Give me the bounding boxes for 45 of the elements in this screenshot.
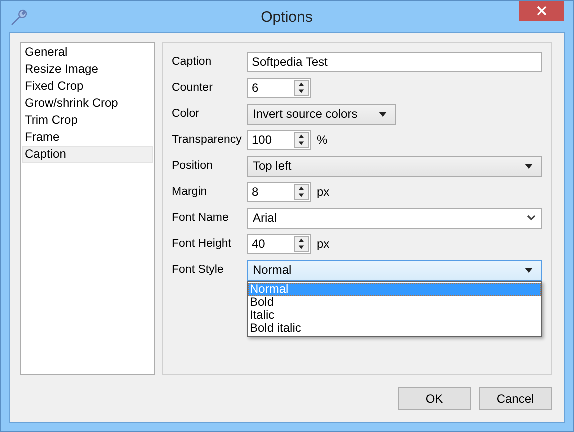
dropdown-arrow-icon [379,112,387,116]
dropdown-option[interactable]: Bold italic [248,322,541,335]
dropdown-arrow-icon [525,164,533,168]
chevron-icon [527,215,536,221]
sidebar-item[interactable]: Trim Crop [22,112,153,129]
sidebar-item[interactable]: Resize Image [22,61,153,78]
field-label: Font Style [172,264,225,276]
sidebar-item[interactable]: Frame [22,129,153,146]
dropdown[interactable]: Normal [247,260,542,280]
unit-label: px [317,185,330,199]
field-label: Font Name [172,212,230,224]
dropdown-option[interactable]: Italic [248,309,541,322]
dropdown-arrow-icon [525,268,533,272]
spinner-arrows-icon[interactable] [294,184,309,200]
spinner-arrows-icon[interactable] [294,80,309,96]
dropdown-option[interactable]: Bold [248,296,541,309]
spinner-arrows-icon[interactable] [294,132,309,148]
unit-label: % [317,133,328,147]
field-label: Counter [172,82,214,94]
field-label: Font Height [172,238,232,250]
wrench-icon [9,8,29,28]
dropdown[interactable]: Top left [247,156,542,176]
unit-label: px [317,237,330,251]
dropdown[interactable]: Arial [247,208,542,228]
number-field[interactable]: 8 [247,182,311,202]
field-label: Caption [172,56,213,68]
field-label: Position [172,160,214,172]
text-field[interactable]: Softpedia Test [247,52,542,72]
sidebar-item[interactable]: Caption [22,146,153,163]
sidebar-item[interactable]: General [22,44,153,61]
dialog-button[interactable]: Cancel [479,387,552,410]
field-label: Transparency [172,134,243,146]
field-label: Color [172,108,200,120]
dropdown[interactable]: Invert source colors [247,104,396,124]
number-field[interactable]: 100 [247,130,311,150]
spinner-arrows-icon[interactable] [294,236,309,252]
close-button[interactable] [519,1,564,21]
dialog-button[interactable]: OK [398,387,471,410]
close-icon [536,6,546,16]
field-label: Margin [172,186,208,198]
number-field[interactable]: 40 [247,234,311,254]
window-title: Options [261,8,313,26]
number-field[interactable]: 6 [247,78,311,98]
sidebar-item[interactable]: Fixed Crop [22,78,153,95]
sidebar-item[interactable]: Grow/shrink Crop [22,95,153,112]
